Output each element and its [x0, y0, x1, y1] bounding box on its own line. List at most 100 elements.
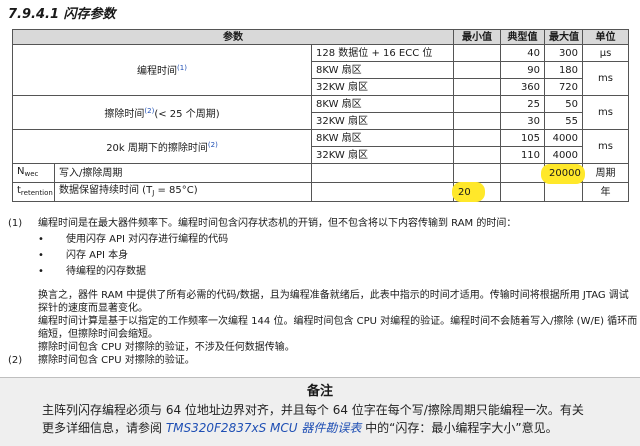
typ-cell: 360 [500, 78, 546, 96]
footnote-text: 编程时间是在最大器件频率下。编程时间包含闪存状态机的开销，但不包含将以下内容传输… [38, 218, 517, 229]
list-item-text: 使用闪存 API 对闪存进行编程的代码 [66, 234, 229, 245]
list-item-text: 待编程的闪存数据 [66, 266, 146, 277]
typ-cell: 90 [500, 61, 546, 79]
condition-cell: 8KW 扇区 [310, 129, 455, 147]
footnote-number: (2) [8, 355, 23, 366]
typ-cell [500, 182, 546, 202]
min-cell [453, 44, 502, 62]
condition-cell: 32KW 扇区 [310, 112, 455, 130]
header-typ: 典型值 [500, 29, 546, 45]
typ-cell [500, 163, 546, 183]
footnote-1: (1) 编程时间是在最大器件频率下。编程时间包含闪存状态机的开销，但不包含将以下… [8, 216, 628, 232]
list-item-text: 闪存 API 本身 [66, 250, 129, 261]
notice-title: 备注 [306, 384, 333, 399]
min-cell [453, 163, 502, 183]
max-cell: 50 [544, 95, 584, 113]
bullet-icon: • [38, 234, 44, 245]
min-cell [453, 78, 502, 96]
erase-time-20k-text: 20k 周期下的擦除时间 [106, 142, 208, 154]
notice-box: 备注 主阵列闪存编程必须与 64 位地址边界对齐，并且每个 64 位字在每个写/… [0, 377, 640, 446]
notice-body: 主阵列闪存编程必须与 64 位地址边界对齐，并且每个 64 位字在每个写/擦除周… [42, 401, 622, 437]
min-cell [453, 95, 502, 113]
typ-cell: 110 [500, 146, 546, 164]
max-cell: 720 [544, 78, 584, 96]
footnote-2: (2) 擦除时间包含 CPU 对擦除的验证。 [8, 354, 628, 367]
highlight-marker: 20000 [541, 163, 585, 184]
table-row: 20k 周期下的擦除时间(2) 8KW 扇区 105 4000 ms [12, 129, 630, 164]
paragraph-line: 换言之，器件 RAM 中提供了所有必需的代码/数据，且为编程准备就绪后，此表中指… [38, 290, 629, 301]
header-max: 最大值 [544, 29, 584, 45]
max-cell: 300 [544, 44, 584, 62]
symbol-subscript: retention [20, 189, 53, 197]
footnotes: (1) 编程时间是在最大器件频率下。编程时间包含闪存状态机的开销，但不包含将以下… [8, 216, 638, 367]
list-item: • 闪存 API 本身 [8, 248, 628, 264]
min-cell-highlighted: 20 [452, 181, 502, 202]
min-cell [453, 146, 502, 164]
condition-cell: 32KW 扇区 [310, 78, 455, 96]
min-cell [453, 129, 502, 147]
bullet-icon: • [38, 250, 44, 261]
condition-cell: 8KW 扇区 [310, 61, 455, 79]
table-row: 擦除时间(2)(< 25 个周期) 8KW 扇区 25 50 ms [12, 95, 630, 130]
typ-cell: 105 [500, 129, 546, 147]
highlighted-value: 20 [458, 186, 471, 198]
desc-suffix: = 85°C) [154, 185, 198, 196]
unit-cell: ms [582, 61, 630, 96]
typ-cell: 40 [500, 44, 546, 62]
unit-cell: 年 [582, 182, 630, 202]
notice-line-2-prefix: 更多详细信息，请参阅 [42, 421, 166, 435]
notice-line-1: 主阵列闪存编程必须与 64 位地址边界对齐，并且每个 64 位字在每个写/擦除周… [42, 403, 584, 417]
table-row: Nwec 写入/擦除周期 20000 周期 [12, 163, 630, 184]
notice-line-2: 更多详细信息，请参阅 TMS320F2837xS MCU 器件勘误表 中的“闪存… [42, 419, 622, 437]
condition-cell [310, 182, 455, 202]
nwec-symbol: Nwec [12, 163, 55, 183]
tretention-description: 数据保留持续时间 (TJ = 85°C) [54, 182, 312, 202]
list-item: • 待编程的闪存数据 [8, 264, 628, 280]
max-cell: 4000 [544, 129, 584, 147]
bullet-icon: • [38, 266, 44, 277]
typ-cell: 30 [500, 112, 546, 130]
erase-time-suffix: (< 25 个周期) [154, 108, 220, 120]
header-parameter: 参数 [11, 29, 455, 45]
errata-link[interactable]: TMS320F2837xS MCU 器件勘误表 [166, 421, 362, 435]
tretention-symbol: tretention [12, 182, 55, 202]
nwec-description: 写入/擦除周期 [54, 163, 312, 183]
header-min: 最小值 [453, 29, 502, 45]
footnote-paragraph: 换言之，器件 RAM 中提供了所有必需的代码/数据，且为编程准备就绪后，此表中指… [8, 289, 638, 354]
highlight-marker: 20 [452, 181, 485, 202]
footnote-link-2b[interactable]: (2) [208, 141, 218, 149]
max-cell [544, 182, 584, 202]
paragraph-line: 探针的速度而显著变化。 [38, 303, 148, 314]
header-unit: 单位 [582, 29, 630, 45]
paragraph-line: 擦除时间包含 CPU 对擦除的验证，不涉及任何数据传输。 [38, 342, 295, 353]
erase-time-label: 擦除时间(2)(< 25 个周期) [12, 95, 312, 130]
erase-time-text: 擦除时间 [104, 108, 145, 120]
desc-text: 数据保留持续时间 (T [59, 185, 153, 196]
flash-parameters-table: 参数 最小值 典型值 最大值 单位 编程时间(1) 128 数据位 + 16 E… [11, 29, 630, 202]
min-cell [453, 61, 502, 79]
paragraph-line: 缩短，但擦除时间会缩短。 [38, 329, 158, 340]
highlighted-value: 20000 [549, 167, 581, 179]
max-cell: 4000 [544, 146, 584, 164]
max-cell: 180 [544, 61, 584, 79]
symbol-subscript: wec [24, 170, 39, 178]
footnote-link-2[interactable]: (2) [144, 107, 154, 115]
unit-cell: ms [582, 95, 630, 130]
min-cell [453, 112, 502, 130]
table-header-row: 参数 最小值 典型值 最大值 单位 [11, 29, 630, 45]
unit-cell: μs [582, 44, 630, 62]
footnote-number: (1) [8, 218, 23, 229]
condition-cell: 8KW 扇区 [310, 95, 455, 113]
program-time-label: 编程时间(1) [12, 44, 312, 96]
erase-time-20k-label: 20k 周期下的擦除时间(2) [12, 129, 312, 164]
unit-cell: 周期 [582, 163, 630, 183]
condition-cell: 128 数据位 + 16 ECC 位 [310, 44, 455, 62]
program-time-text: 编程时间 [137, 66, 178, 77]
footnote-link-1[interactable]: (1) [177, 64, 187, 72]
unit-cell: ms [582, 129, 630, 164]
condition-cell [310, 163, 455, 183]
paragraph-line: 编程时间计算是基于以指定的工作频率一次编程 144 位。编程时间包含 CPU 对… [38, 316, 638, 327]
notice-line-2-suffix: 中的“闪存：最小编程字大小”意见。 [361, 421, 558, 435]
table-row: tretention 数据保留持续时间 (TJ = 85°C) 20 年 [12, 181, 630, 202]
max-cell-highlighted: 20000 [541, 163, 585, 184]
